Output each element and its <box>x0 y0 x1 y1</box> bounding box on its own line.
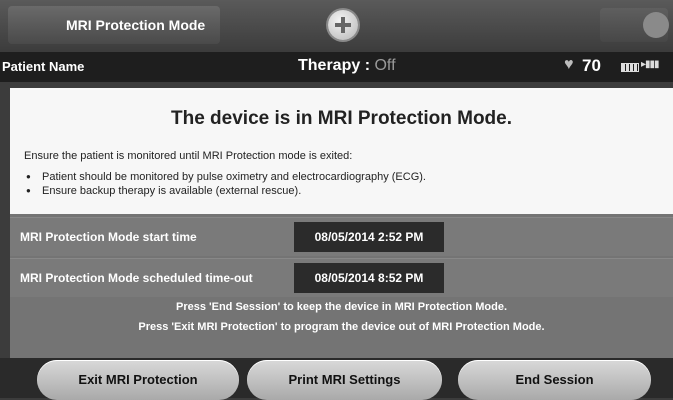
therapy-value: Off <box>374 57 396 74</box>
patient-name: Patient Name <box>2 59 85 74</box>
signal-icon: ▸▮▮▮ <box>641 59 660 70</box>
top-bar: MRI Protection Mode <box>0 0 673 50</box>
timeout-row: MRI Protection Mode scheduled time-out 0… <box>10 258 673 297</box>
heart-icon: ♥ <box>564 56 574 73</box>
therapy-label: Therapy : <box>298 57 371 74</box>
timeout-label: MRI Protection Mode scheduled time-out <box>20 271 253 285</box>
screen-title: MRI Protection Mode <box>8 6 220 44</box>
status-bar: Patient Name Therapy : Off ♥ 70 ▸▮▮▮ <box>0 52 673 82</box>
end-session-note: Press 'End Session' to keep the device i… <box>175 301 508 313</box>
bullet-list: Patient should be monitored by pulse oxi… <box>24 170 426 198</box>
footer-bar: Exit MRI Protection Print MRI Settings E… <box>0 358 673 400</box>
end-session-button[interactable]: End Session <box>458 360 651 400</box>
timeout-value: 08/05/2014 8:52 PM <box>294 263 444 293</box>
therapy-status: Therapy : Off <box>298 57 396 75</box>
start-time-label: MRI Protection Mode start time <box>20 230 197 244</box>
exit-mri-protection-button[interactable]: Exit MRI Protection <box>37 360 239 400</box>
battery-icon <box>621 63 639 72</box>
plus-circle-icon[interactable] <box>328 10 358 40</box>
mri-panel: The device is in MRI Protection Mode. En… <box>10 88 673 358</box>
list-item: Ensure backup therapy is available (exte… <box>24 184 426 198</box>
instruction-text: Ensure the patient is monitored until MR… <box>24 150 353 162</box>
heart-rate: 70 <box>582 56 601 75</box>
page-title: The device is in MRI Protection Mode. <box>171 108 512 129</box>
start-time-row: MRI Protection Mode start time 08/05/201… <box>10 217 673 256</box>
circle-icon[interactable] <box>643 12 669 38</box>
print-mri-settings-button[interactable]: Print MRI Settings <box>247 360 442 400</box>
start-time-value: 08/05/2014 2:52 PM <box>294 222 444 252</box>
list-item: Patient should be monitored by pulse oxi… <box>24 170 426 184</box>
info-box: The device is in MRI Protection Mode. En… <box>10 88 673 214</box>
exit-mri-note: Press 'Exit MRI Protection' to program t… <box>138 321 545 333</box>
